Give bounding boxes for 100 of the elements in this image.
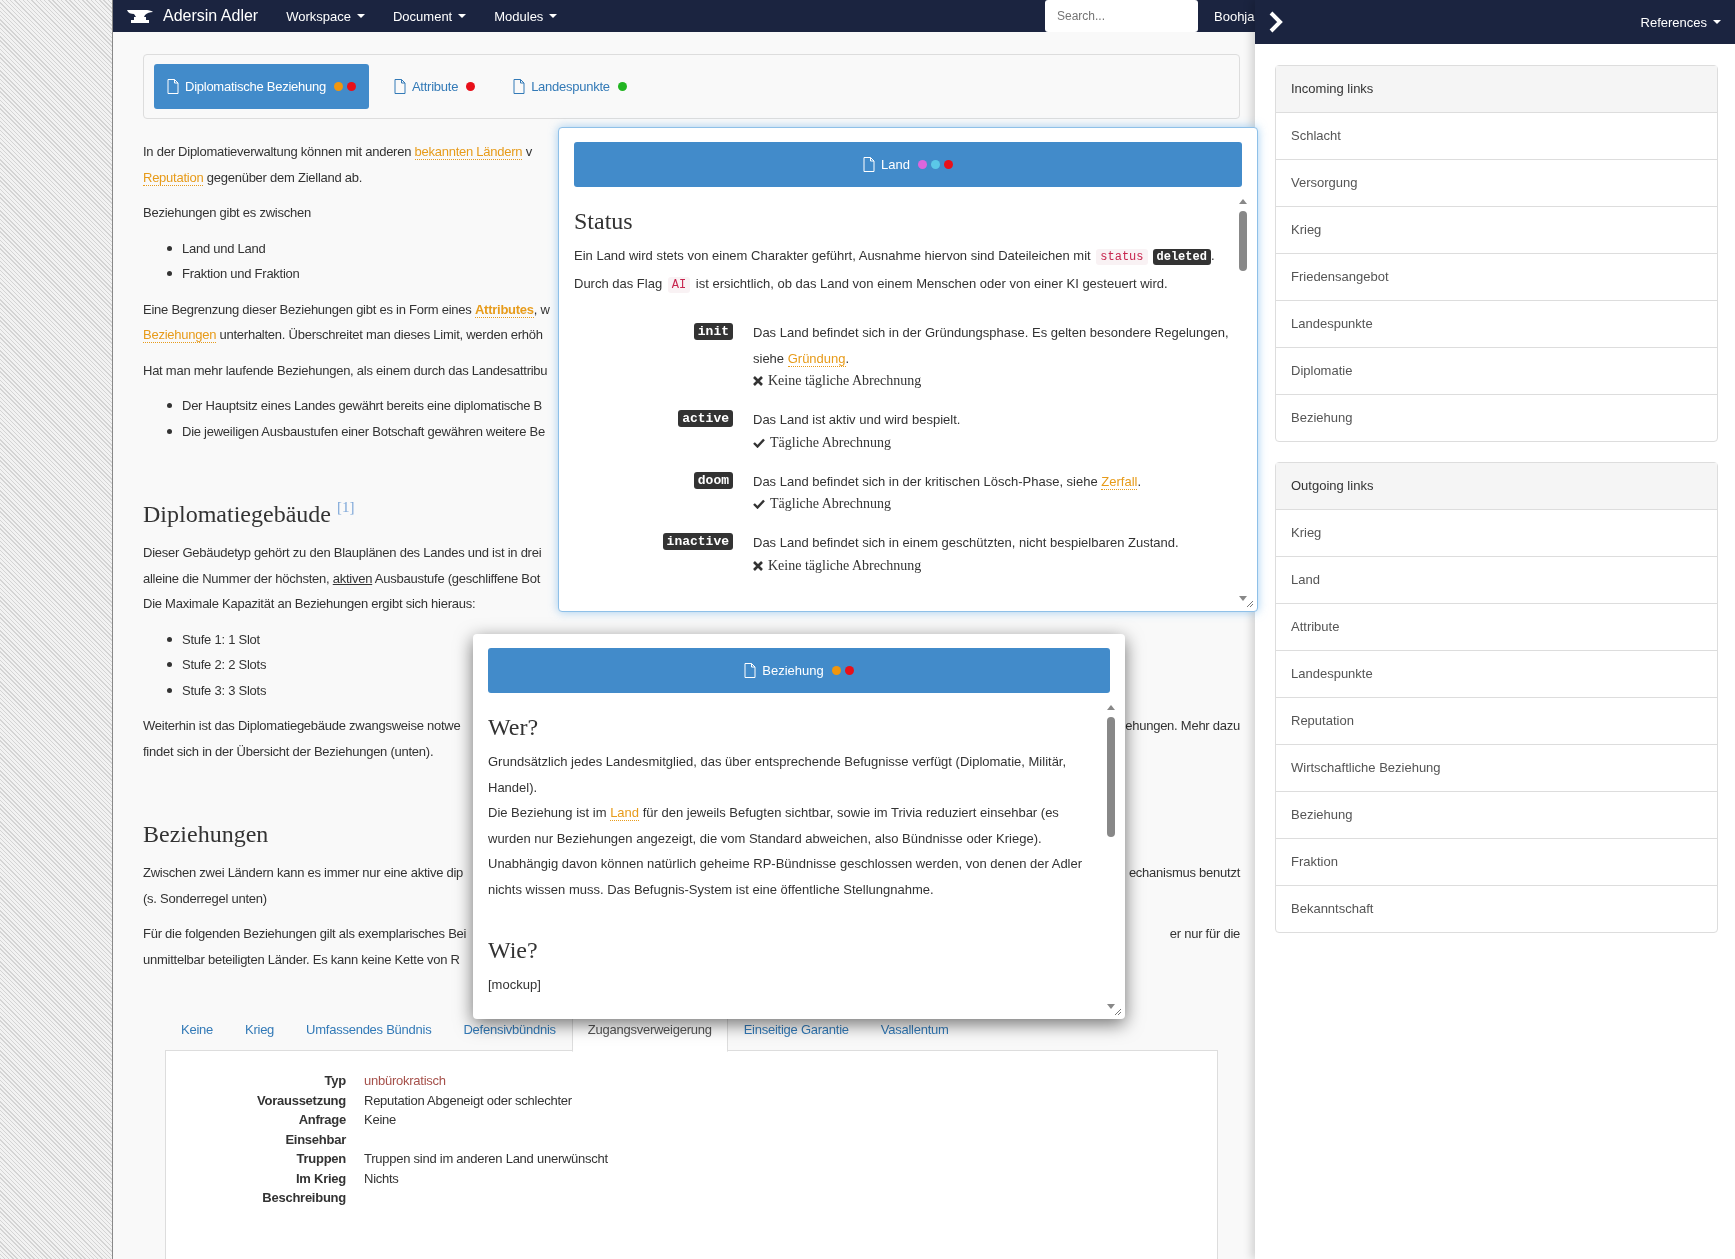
chevron-icon[interactable] bbox=[1269, 11, 1283, 33]
code-tag: deleted bbox=[1152, 249, 1211, 265]
file-icon bbox=[744, 663, 757, 678]
text-line: Beziehungen gibt es zwischen bbox=[143, 204, 311, 222]
reference-link[interactable]: Reputation bbox=[1276, 698, 1717, 745]
field-label: Typ bbox=[323, 1072, 346, 1090]
text-line: unmittelbar beteiligten Länder. Es kann keine Kette von R bbox=[143, 950, 460, 969]
field-label: Beschreibung bbox=[261, 1189, 346, 1207]
menu-button[interactable]: Modules bbox=[494, 8, 558, 24]
reference-link[interactable]: Beziehung bbox=[1276, 395, 1717, 441]
panel-heading: Outgoing links bbox=[1276, 463, 1717, 510]
reference-link[interactable]: Attribute bbox=[1276, 604, 1717, 651]
reference-link[interactable]: Krieg bbox=[1276, 510, 1717, 557]
text-line: findet sich in der Übersicht der Beziehungen (unten). bbox=[143, 742, 434, 761]
field-value: unbürokratisch bbox=[364, 1072, 447, 1090]
bullet-icon bbox=[167, 687, 172, 693]
section-heading: Diplomatiegebäude bbox=[143, 500, 331, 529]
file-icon bbox=[393, 79, 406, 94]
resize-grip-icon[interactable] bbox=[1114, 1008, 1122, 1016]
brand-link[interactable]: Adersin Adler bbox=[127, 7, 259, 25]
text-line: Hat man mehr laufende Beziehungen, als einem durch das Landesattribu bbox=[143, 361, 548, 380]
reference-link[interactable]: Wirtschaftliche Beziehung bbox=[1276, 745, 1717, 792]
inline-code: status bbox=[1096, 249, 1148, 265]
reference-link[interactable]: Diplomatie bbox=[1276, 348, 1717, 395]
field-label: Anfrage bbox=[297, 1111, 346, 1129]
reference-link[interactable]: Krieg bbox=[1276, 207, 1717, 254]
description-text: Das Land befindet sich in der Gründungsphase. Es gelten besondere Regelungen, siehe Gründung. bbox=[753, 324, 1229, 369]
resize-grip-icon[interactable] bbox=[1246, 600, 1254, 608]
user-menu[interactable]: Boohja bbox=[1214, 8, 1255, 24]
text-line: (s. Sonderregel unten) bbox=[143, 889, 267, 908]
menu-button[interactable]: Document bbox=[392, 8, 467, 24]
billing-text: Tägliche Abrechnung bbox=[770, 433, 891, 452]
section-heading: Beziehungen bbox=[143, 820, 269, 849]
text-line: In der Diplomatieverwaltung können mit anderen bekannten Ländern v bbox=[143, 143, 532, 162]
status-tag: active bbox=[678, 410, 733, 427]
menu-button[interactable]: Workspace bbox=[286, 8, 365, 24]
text-line: Dieser Gebäudetyp gehört zu den Blauplänen des Landes und ist in drei bbox=[143, 544, 542, 562]
field-value: Truppen sind im anderen Land unerwünscht bbox=[364, 1150, 609, 1168]
inline-code: AI bbox=[667, 276, 691, 293]
file-icon bbox=[863, 157, 876, 172]
document-tab[interactable]: Attribute bbox=[380, 64, 489, 109]
billing-text: Keine tägliche Abrechnung bbox=[768, 372, 922, 390]
reference-link[interactable]: Bekanntschaft bbox=[1276, 886, 1717, 932]
text-line: alleine die Nummer der höchsten, aktiven Ausbaustufe (geschliffene Bot bbox=[143, 569, 541, 588]
text-line: Die Maximale Kapazität an Beziehungen ergibt sich hieraus: bbox=[143, 595, 476, 613]
scrollbar[interactable] bbox=[1105, 705, 1117, 1009]
bullet-icon bbox=[167, 271, 172, 277]
reference-link[interactable]: Versorgung bbox=[1276, 160, 1717, 207]
document-tab[interactable]: Landespunkte bbox=[500, 64, 640, 109]
description-text: Das Land befindet sich in der kritischen Lösch-Phase, siehe Zerfall. bbox=[753, 472, 1143, 492]
document-tab[interactable]: Diplomatische Beziehung bbox=[154, 64, 369, 109]
caret-icon bbox=[1713, 20, 1721, 24]
bullet-icon bbox=[167, 245, 172, 251]
popup-title-button[interactable]: Beziehung bbox=[488, 648, 1110, 693]
relation-tab[interactable]: Keine bbox=[165, 1009, 229, 1050]
caret-icon bbox=[549, 14, 558, 18]
text-line: Reputation gegenüber dem Zielland ab. bbox=[143, 168, 363, 188]
references-menu[interactable]: References bbox=[1640, 14, 1735, 30]
popup-title-button[interactable]: Land bbox=[574, 142, 1242, 187]
text-line: Weiterhin ist das Diplomatiegebäude zwangsweise notwe bbox=[143, 717, 461, 735]
reference-link[interactable]: Fraktion bbox=[1276, 839, 1717, 886]
relation-tab[interactable]: Umfassendes Bündnis bbox=[290, 1009, 448, 1050]
reference-link[interactable]: Land bbox=[1276, 557, 1717, 604]
reference-link[interactable]: Friedensangebot bbox=[1276, 254, 1717, 301]
caret-icon bbox=[458, 14, 467, 18]
field-value: Keine bbox=[364, 1111, 397, 1129]
reference-link[interactable]: Schlacht bbox=[1276, 113, 1717, 160]
reference-link[interactable]: Beziehung bbox=[1276, 792, 1717, 839]
reference-link[interactable]: Landespunkte bbox=[1276, 301, 1717, 348]
text-line: echanismus benutzt bbox=[1128, 864, 1240, 882]
text-line: ehungen. Mehr dazu bbox=[1125, 717, 1240, 735]
paragraph-text: [mockup] bbox=[488, 976, 542, 994]
text-line: er nur für die bbox=[1169, 925, 1240, 943]
list-item: Stufe 2: 2 Slots bbox=[182, 656, 267, 674]
paragraph-text: Die Beziehung ist im Land für den jeweils Befugten sichtbar, sowie im Trivia reduziert einsehbar (es wurden nur Beziehungen angezeigt, die vom Standard abweichen, also Bündnisse oder Kriege). bbox=[488, 804, 1060, 848]
bullet-icon bbox=[167, 403, 172, 409]
reference-link[interactable]: Landespunkte bbox=[1276, 651, 1717, 698]
bullet-icon bbox=[167, 636, 172, 642]
text-line: Zwischen zwei Ländern kann es immer nur eine aktive dip bbox=[143, 864, 464, 882]
paragraph-text: Grundsätzlich jedes Landesmitglied, das über entsprechende Befugnisse verfügt (Diplomatie, Militär, Handel). bbox=[488, 753, 1068, 797]
status-tag: doom bbox=[693, 471, 733, 489]
list-item: Land und Land bbox=[182, 239, 266, 258]
list-item: Der Hauptsitz eines Landes gewährt bereits eine diplomatische B bbox=[182, 397, 542, 415]
section-heading: Wer? bbox=[488, 713, 540, 742]
relation-tab[interactable]: Krieg bbox=[229, 1009, 291, 1050]
search-field[interactable]: Search... bbox=[1045, 0, 1198, 32]
caret-icon bbox=[356, 14, 365, 18]
field-label: Im Krieg bbox=[295, 1169, 346, 1188]
field-label: Truppen bbox=[295, 1150, 346, 1168]
field-value: Reputation Abgeneigt oder schlechter bbox=[364, 1091, 573, 1110]
list-item: Die jeweiligen Ausbaustufen einer Botschaft gewähren weitere Be bbox=[182, 422, 545, 441]
anvil-icon bbox=[127, 9, 153, 23]
bullet-icon bbox=[167, 428, 172, 434]
section-heading: Status bbox=[574, 207, 634, 236]
billing-text: Tägliche Abrechnung bbox=[770, 495, 891, 513]
status-tag: init bbox=[693, 323, 733, 340]
bullet-icon bbox=[167, 662, 172, 668]
scrollbar[interactable] bbox=[1237, 199, 1249, 601]
description-text: Das Land befindet sich in einem geschützten, nicht bespielbaren Zustand. bbox=[753, 534, 1180, 552]
paragraph-text: Unabhängig davon können natürlich geheime RP-Bündnisse geschlossen werden, von denen der Adler nichts wissen muss. Das Befugnis-System ist eine öffentliche Stellungnahme. bbox=[488, 855, 1084, 899]
